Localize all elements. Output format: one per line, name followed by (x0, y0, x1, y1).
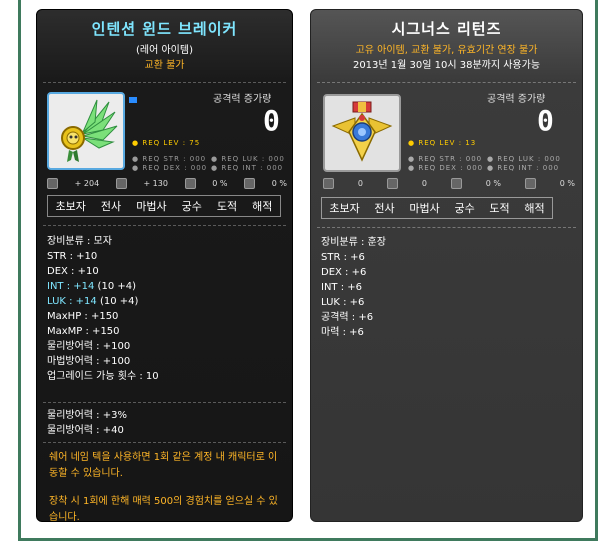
item-expiry: 2013년 1월 30일 10시 38분까지 사용가능 (352, 60, 541, 71)
divider (317, 227, 576, 228)
req-level: ● REQ LEV : 13 (408, 139, 477, 147)
job-list: 초보자 전사 마법사 궁수 도적 해적 (47, 195, 281, 217)
req-dex: ● REQ DEX : 000 (408, 164, 484, 172)
stat-mdef: 마법방어력 : +100 (47, 356, 131, 367)
job-pirate: 해적 (524, 202, 545, 215)
divider (43, 225, 286, 226)
item-rarity: (레어 아이템) (136, 45, 193, 56)
upgrade-value-1: + 204 (74, 179, 100, 188)
job-warrior: 전사 (374, 202, 395, 215)
upgrade-value-2: + 130 (143, 179, 168, 188)
item-description-exp: 장착 시 1회에 한해 매력 500의 경험치를 얻으실 수 있습니다. (49, 496, 278, 522)
potential-pdef-pct: 물리방어력 : +3% (47, 410, 127, 421)
stat-attack: 공격력 : +6 (321, 312, 374, 323)
item-trade-status: 교환 불가 (144, 60, 185, 71)
divider (43, 82, 286, 83)
atk-increase-label: 공격력 증가량 (487, 94, 546, 105)
potential-icon (184, 178, 196, 189)
atk-increase-label: 공격력 증가량 (213, 94, 272, 105)
stat-dex: DEX : +10 (47, 266, 99, 277)
stat-maxmp: MaxMP : +150 (47, 326, 120, 337)
upgrade-value-4: 0 % (271, 179, 287, 188)
hammer-icon (386, 178, 398, 189)
item-notice: 고유 아이템, 교환 불가, 유효기간 연장 불가 (355, 45, 538, 56)
stat-luk: LUK : +6 (321, 297, 365, 308)
item-stats: 장비분류 : 모자 STR : +10 DEX : +10 INT : +14 … (47, 234, 159, 384)
job-archer: 궁수 (454, 202, 475, 215)
req-int: ● REQ INT : 000 (487, 164, 560, 172)
item-icon (323, 94, 401, 172)
req-level: ● REQ LEV : 75 (132, 139, 201, 147)
divider (43, 402, 286, 403)
potential-icon (450, 178, 462, 189)
job-list: 초보자 전사 마법사 궁수 도적 해적 (321, 197, 553, 219)
upgrade-value-3: 0 % (212, 179, 228, 188)
upgrade-value-3: 0 % (485, 179, 501, 188)
job-magician: 마법사 (409, 202, 440, 215)
stat-str: STR : +6 (321, 252, 365, 263)
stat-int: INT : +6 (321, 282, 363, 293)
job-archer: 궁수 (181, 200, 202, 213)
shield-icon (524, 178, 536, 189)
item-tooltip-cygnus-returns: 시그너스 리턴즈 고유 아이템, 교환 불가, 유효기간 연장 불가 2013년… (310, 9, 583, 522)
job-thief: 도적 (216, 200, 238, 213)
job-warrior: 전사 (100, 200, 122, 213)
potential-pdef-add: 물리방어력 : +40 (47, 425, 124, 436)
stat-category: 장비분류 : 훈장 (321, 237, 386, 248)
upgrade-stat-row: + 204 + 130 0 % 0 % (47, 178, 287, 189)
upgrade-value-4: 0 % (559, 179, 575, 188)
job-beginner: 초보자 (329, 202, 360, 215)
stat-str: STR : +10 (47, 251, 98, 262)
item-stats: 장비분류 : 훈장 STR : +6 DEX : +6 INT : +6 LUK… (321, 235, 386, 340)
hammer-icon (115, 178, 127, 189)
stat-maxhp: MaxHP : +150 (47, 311, 119, 322)
upgrade-stat-row: 0 0 0 % 0 % (323, 178, 575, 189)
upgrade-slot-icon (323, 178, 334, 189)
potential-stats: 물리방어력 : +3% 물리방어력 : +40 (47, 408, 127, 438)
job-thief: 도적 (489, 202, 510, 215)
item-title: 인텐션 윈드 브레이커 (91, 20, 238, 38)
stat-int: INT : +14 (10 +4) (47, 281, 137, 292)
item-icon (47, 92, 125, 170)
job-magician: 마법사 (136, 200, 167, 213)
upgrade-slot-icon (47, 178, 58, 189)
upgrade-value-1: 0 (357, 179, 363, 188)
wind-breaker-hat-icon (61, 99, 118, 162)
req-dex: ● REQ DEX : 000 (132, 164, 208, 172)
item-title: 시그너스 리턴즈 (391, 20, 502, 38)
blue-flag-icon (129, 97, 137, 103)
divider (43, 442, 286, 443)
req-int: ● REQ INT : 000 (211, 164, 284, 172)
job-beginner: 초보자 (55, 200, 86, 213)
job-pirate: 해적 (252, 200, 273, 213)
stat-luk: LUK : +14 (10 +4) (47, 296, 139, 307)
divider (317, 82, 576, 83)
stat-magic: 마력 : +6 (321, 327, 364, 338)
shield-icon (244, 178, 256, 189)
item-tooltip-intention-wind-breaker: 인텐션 윈드 브레이커 (레어 아이템) 교환 불가 공격력 증가량 0 ● R… (36, 9, 293, 522)
stat-category: 장비분류 : 모자 (47, 236, 112, 247)
stat-dex: DEX : +6 (321, 267, 367, 278)
stat-pdef: 물리방어력 : +100 (47, 341, 131, 352)
atk-increase-value: 0 (537, 104, 554, 137)
upgrade-value-2: 0 (421, 179, 427, 188)
cygnus-medal-icon (331, 101, 393, 162)
stat-upgrade-slots: 업그레이드 가능 횟수 : 10 (47, 371, 159, 382)
item-description-share: 쉐어 네임 텍을 사용하면 1회 같은 계정 내 캐릭터로 이동할 수 있습니다… (49, 452, 278, 479)
atk-increase-value: 0 (263, 104, 280, 137)
